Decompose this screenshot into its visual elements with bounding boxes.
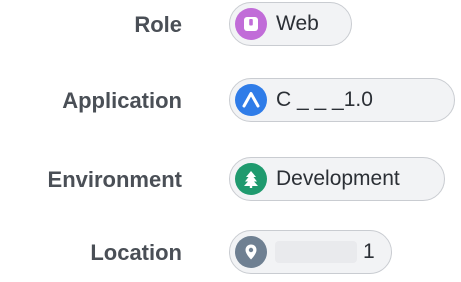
- application-label: Application: [62, 88, 182, 113]
- tree-icon: [235, 163, 267, 195]
- role-value: Web: [276, 12, 319, 35]
- application-value: C _ _ _1.0: [276, 88, 373, 111]
- location-label: Location: [90, 240, 182, 265]
- environment-value: Development: [276, 167, 400, 190]
- application-row: Application C _ _ _1.0: [0, 76, 461, 130]
- environment-label: Environment: [47, 167, 182, 192]
- role-icon: [235, 8, 267, 40]
- role-label: Role: [134, 12, 182, 37]
- application-tag[interactable]: C _ _ _1.0: [229, 78, 455, 122]
- location-tag[interactable]: 1: [229, 230, 392, 274]
- environment-tag[interactable]: Development: [229, 157, 445, 201]
- role-tag[interactable]: Web: [229, 2, 352, 46]
- role-row: Role Web: [0, 0, 461, 54]
- application-icon: [235, 84, 267, 116]
- location-value: 1: [363, 240, 375, 263]
- map-pin-icon: [235, 236, 267, 268]
- environment-row: Environment Development: [0, 155, 461, 209]
- location-row: Location 1: [0, 228, 461, 282]
- redacted-location-block: [275, 241, 357, 263]
